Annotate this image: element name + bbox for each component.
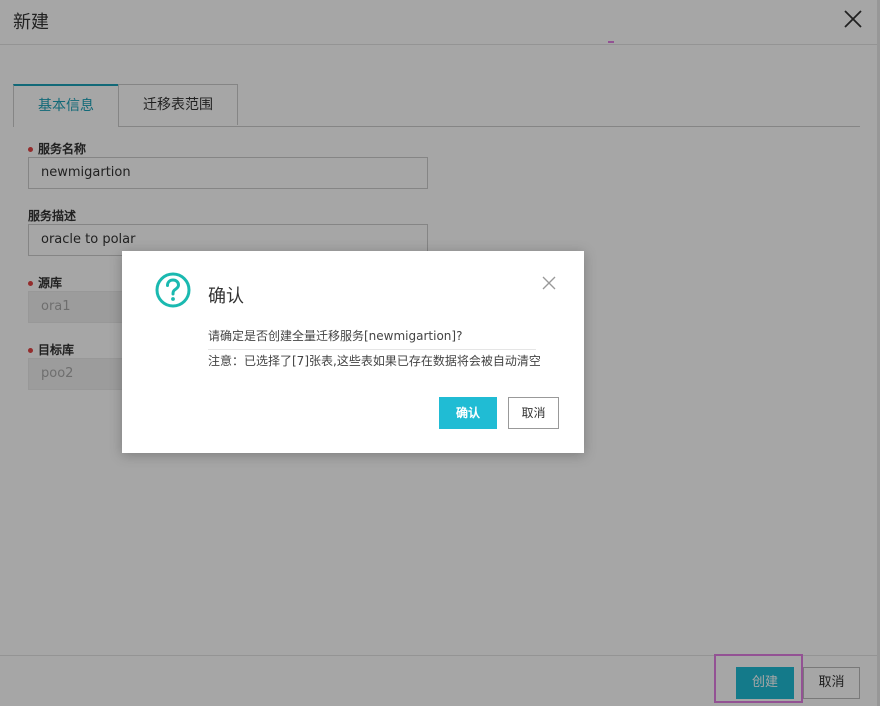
dialog-message: 请确定是否创建全量迁移服务[newmigartion]? (208, 327, 536, 350)
dialog-title: 确认 (208, 286, 244, 307)
dialog-note: 注意：已选择了[7]张表,这些表如果已存在数据将会被自动清空 (208, 354, 541, 368)
confirm-dialog: 确认 请确定是否创建全量迁移服务[newmigartion]? 注意：已选择了[… (122, 251, 584, 453)
confirm-button[interactable]: 确认 (439, 397, 497, 429)
question-circle-icon (155, 272, 191, 308)
close-icon[interactable] (542, 276, 556, 290)
dialog-cancel-button[interactable]: 取消 (508, 397, 559, 429)
